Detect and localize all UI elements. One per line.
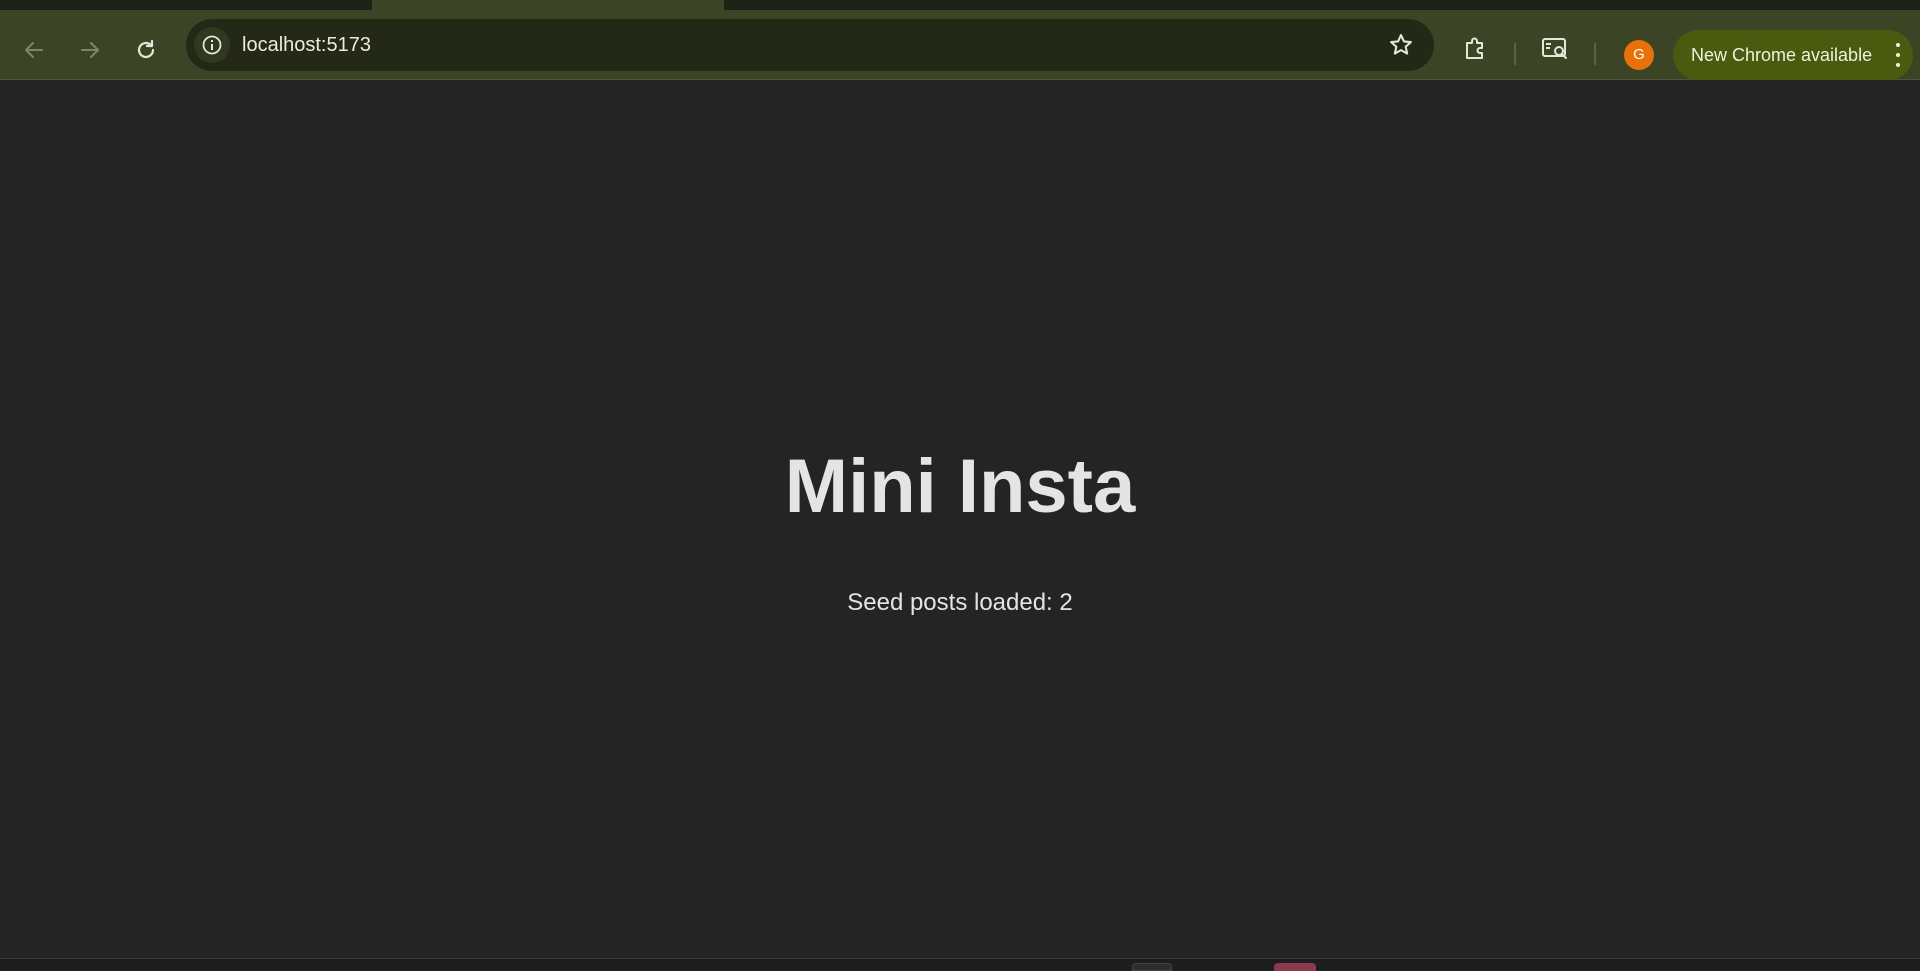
page-viewport: Mini Insta Seed posts loaded: 2 (0, 81, 1920, 958)
info-icon (202, 35, 222, 55)
puzzle-icon (1466, 37, 1483, 59)
profile-avatar[interactable]: G (1624, 40, 1654, 70)
url-text[interactable]: localhost:5173 (242, 19, 371, 71)
chrome-update-button[interactable]: New Chrome available (1673, 30, 1913, 80)
update-label: New Chrome available (1691, 45, 1873, 65)
page-title: Mini Insta (784, 444, 1136, 529)
forward-button[interactable] (70, 30, 110, 70)
reload-icon (137, 39, 155, 59)
seed-posts-status: Seed posts loaded: 2 (847, 589, 1073, 616)
toolbar-separator (1594, 43, 1596, 65)
reload-button[interactable] (126, 30, 166, 70)
reading-mode-button[interactable] (1539, 32, 1571, 64)
address-bar[interactable]: localhost:5173 (186, 19, 1434, 71)
back-button[interactable] (14, 30, 54, 70)
tab-strip (0, 0, 1920, 10)
extensions-button[interactable] (1460, 32, 1492, 64)
kebab-menu-icon[interactable] (1893, 43, 1903, 67)
star-icon[interactable] (1388, 32, 1414, 58)
taskbar-edge (0, 958, 1920, 971)
browser-toolbar: localhost:5173 G New Chrome available (0, 10, 1920, 80)
active-tab[interactable] (372, 0, 724, 10)
toolbar-separator (1514, 43, 1516, 65)
arrow-right-icon (81, 42, 99, 58)
arrow-left-icon (25, 42, 43, 58)
reading-mode-icon (1542, 38, 1567, 59)
site-info-button[interactable] (194, 27, 230, 63)
